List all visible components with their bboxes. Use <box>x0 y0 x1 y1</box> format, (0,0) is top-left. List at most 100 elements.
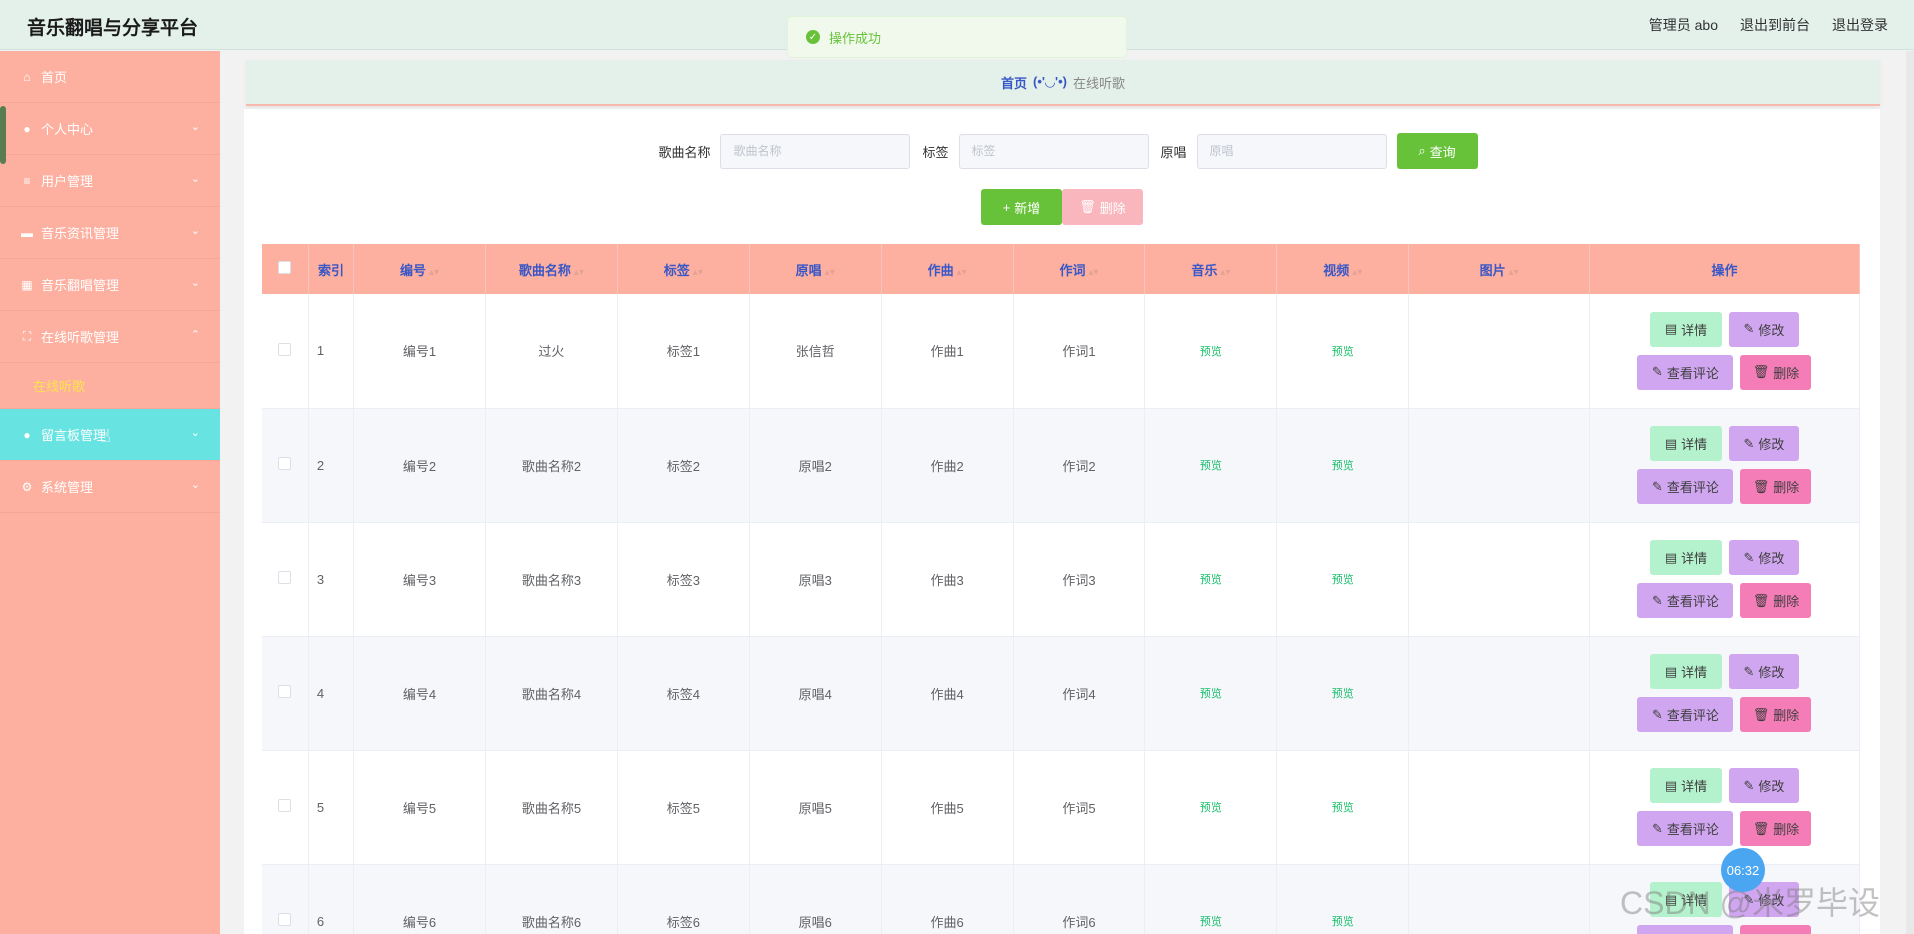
add-button[interactable]: + 新增 <box>981 189 1062 225</box>
sidebar-resize-handle[interactable] <box>0 106 6 164</box>
row-checkbox-cell[interactable] <box>262 294 309 409</box>
user-icon: ● <box>23 121 31 136</box>
detail-button[interactable]: ▤ 详情 <box>1649 654 1722 689</box>
sidebar-item-7[interactable]: ⚙ 系统管理 ⌄ <box>0 461 220 513</box>
delete-button[interactable]: 🗑删除 <box>1740 469 1812 504</box>
music-preview-link[interactable]: 预览 <box>1200 916 1222 928</box>
delete-button[interactable]: 🗑删除 <box>1740 697 1812 732</box>
edit-label: 修改 <box>1758 665 1785 680</box>
sort-icon[interactable]: ▴▾ <box>825 267 835 278</box>
detail-button[interactable]: ▤ 详情 <box>1649 311 1722 347</box>
sort-icon[interactable]: ▴▾ <box>429 267 439 278</box>
delete-button[interactable]: 🗑删除 <box>1740 354 1812 390</box>
detail-button[interactable]: ▤ 详情 <box>1649 768 1722 803</box>
row-checkbox[interactable] <box>278 342 292 356</box>
batch-delete-button[interactable]: 🗑 删除 <box>1062 189 1143 225</box>
video-preview-link[interactable]: 预览 <box>1332 574 1354 586</box>
logout-link[interactable]: 退出登录 <box>1832 15 1888 35</box>
table-row: 4 编号4 歌曲名称4 标签4 原唱4 作曲4 作词4 预览 预览 ▤ 详情 ✎ 修改 ✎ 查看评论 🗑 删除 <box>262 636 1861 751</box>
sidebar-item-4[interactable]: ▦ 音乐翻唱管理 ⌄ <box>0 259 220 311</box>
edit-button[interactable]: ✎ 修改 <box>1728 540 1799 575</box>
video-preview-link[interactable]: 预览 <box>1332 916 1354 928</box>
sort-icon[interactable]: ▴▾ <box>957 267 967 278</box>
edit-icon: ✎ <box>1743 549 1755 565</box>
select-all-checkbox[interactable] <box>278 261 292 274</box>
sidebar-item-5[interactable]: ⛶ 在线听歌管理 ⌃ <box>0 311 220 363</box>
exit-to-front-link[interactable]: 退出到前台 <box>1740 15 1810 35</box>
music-preview-link[interactable]: 预览 <box>1200 802 1222 814</box>
edit-icon: ✎ <box>1652 478 1663 494</box>
sort-icon[interactable]: ▴▾ <box>1220 267 1230 278</box>
row-checkbox-cell[interactable] <box>262 864 309 934</box>
row-checkbox[interactable] <box>278 913 292 926</box>
row-checkbox[interactable] <box>278 799 292 812</box>
sort-icon[interactable]: ▴▾ <box>1088 267 1098 278</box>
music-preview-link[interactable]: 预览 <box>1200 346 1222 358</box>
row-checkbox[interactable] <box>278 457 292 470</box>
detail-button[interactable]: ▤ 详情 <box>1649 540 1722 575</box>
sort-icon[interactable]: ▴▾ <box>574 267 584 278</box>
sidebar-subitem-online-listening[interactable]: 在线听歌 <box>0 363 220 409</box>
view-comments-button[interactable]: ✎查看评论 <box>1637 925 1734 934</box>
column-header[interactable]: 图片 ▴▾ <box>1408 244 1590 294</box>
edit-button[interactable]: ✎ 修改 <box>1728 426 1799 461</box>
video-preview-link[interactable]: 预览 <box>1332 688 1354 700</box>
music-preview-link[interactable]: 预览 <box>1200 460 1222 472</box>
cell-music: 预览 <box>1144 294 1278 409</box>
row-checkbox-cell[interactable] <box>262 522 309 637</box>
singer-input[interactable] <box>1196 133 1387 169</box>
music-preview-link[interactable]: 预览 <box>1200 574 1222 586</box>
edit-button[interactable]: ✎ 修改 <box>1728 768 1799 803</box>
column-header[interactable]: 标签 ▴▾ <box>617 244 750 294</box>
sidebar-item-1[interactable]: ● 个人中心 ⌄ <box>0 103 220 155</box>
view-comments-button[interactable]: ✎查看评论 <box>1637 469 1734 504</box>
grid-icon: ▦ <box>21 277 33 292</box>
trash-icon: 🗑 <box>1752 706 1770 722</box>
detail-button[interactable]: ▤ 详情 <box>1649 426 1722 461</box>
row-checkbox-cell[interactable] <box>262 636 309 751</box>
video-preview-link[interactable]: 预览 <box>1332 346 1354 358</box>
select-all-cell[interactable] <box>262 244 309 294</box>
song-name-input[interactable] <box>720 133 911 169</box>
sort-icon[interactable]: ▴▾ <box>1352 267 1362 278</box>
column-header[interactable]: 作曲 ▴▾ <box>881 244 1014 294</box>
row-checkbox[interactable] <box>278 571 292 584</box>
sort-icon[interactable]: ▴▾ <box>1509 267 1519 278</box>
content-panel: 歌曲名称 标签 原唱 ⌕ 查询 + 新增 🗑 删除 <box>244 109 1880 934</box>
edit-label: 修改 <box>1758 437 1785 452</box>
sidebar-item-2[interactable]: ≡ 用户管理 ⌄ <box>0 155 220 207</box>
column-header[interactable]: 音乐 ▴▾ <box>1144 244 1278 294</box>
query-button[interactable]: ⌕ 查询 <box>1396 133 1478 169</box>
row-checkbox[interactable] <box>278 685 292 698</box>
cell-lyricist: 作词2 <box>1013 408 1146 523</box>
delete-button[interactable]: 🗑删除 <box>1740 811 1812 846</box>
sort-icon[interactable]: ▴▾ <box>693 267 703 278</box>
chevron-icon: ⌄ <box>190 277 200 289</box>
column-header[interactable]: 编号 ▴▾ <box>353 244 486 294</box>
row-checkbox-cell[interactable] <box>262 408 309 523</box>
column-header[interactable]: 视频 ▴▾ <box>1276 244 1410 294</box>
table-header-row: 索引 编号 ▴▾ 歌曲名称 ▴▾ 标签 ▴▾ 原唱 ▴▾ 作曲 ▴▾ 作词 ▴▾ 音乐 ▴▾ 视频 ▴▾ 图片 ▴▾… <box>262 244 1861 294</box>
sidebar-item-0[interactable]: ⌂ 首页 <box>0 51 220 103</box>
cell-composer: 作曲3 <box>881 522 1014 637</box>
row-checkbox-cell[interactable] <box>262 750 309 865</box>
view-comments-button[interactable]: ✎查看评论 <box>1637 697 1734 732</box>
column-header[interactable]: 作词 ▴▾ <box>1013 244 1146 294</box>
edit-button[interactable]: ✎ 修改 <box>1728 654 1799 689</box>
column-header[interactable]: 原唱 ▴▾ <box>749 244 882 294</box>
view-comments-button[interactable]: ✎查看评论 <box>1637 583 1734 618</box>
page-scrollbar[interactable] <box>1906 51 1914 934</box>
breadcrumb-home[interactable]: 首页 <box>1001 73 1027 92</box>
column-header[interactable]: 歌曲名称 ▴▾ <box>485 244 618 294</box>
video-preview-link[interactable]: 预览 <box>1332 460 1354 472</box>
sidebar-item-3[interactable]: ▬ 音乐资讯管理 ⌄ <box>0 207 220 259</box>
tag-input[interactable] <box>958 133 1149 169</box>
music-preview-link[interactable]: 预览 <box>1200 688 1222 700</box>
view-comments-button[interactable]: ✎查看评论 <box>1637 354 1734 390</box>
edit-button[interactable]: ✎ 修改 <box>1728 311 1799 347</box>
delete-button[interactable]: 🗑删除 <box>1740 925 1812 934</box>
view-comments-button[interactable]: ✎查看评论 <box>1637 811 1734 846</box>
video-preview-link[interactable]: 预览 <box>1332 802 1354 814</box>
delete-button[interactable]: 🗑删除 <box>1740 583 1812 618</box>
sidebar: ⌂ 首页 ● 个人中心 ⌄ ≡ 用户管理 ⌄ ▬ 音乐资讯管理 ⌄ ▦ 音乐翻唱管理 ⌄ ⛶ 在线听歌管理 ⌃ 在… <box>0 51 220 934</box>
